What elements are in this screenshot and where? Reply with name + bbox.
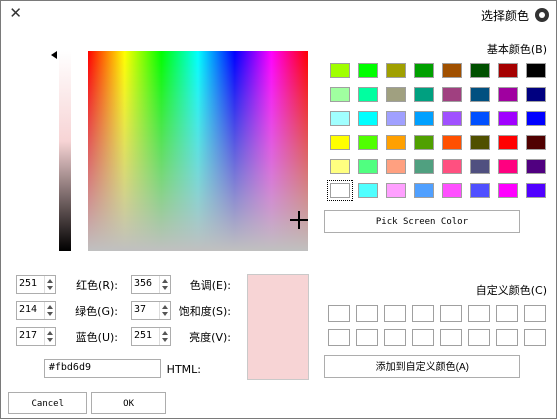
- basic-color-swatch[interactable]: [498, 111, 518, 126]
- basic-color-swatch[interactable]: [358, 63, 378, 78]
- custom-color-swatch[interactable]: [440, 305, 462, 322]
- custom-color-swatch[interactable]: [384, 305, 406, 322]
- basic-color-swatch[interactable]: [358, 111, 378, 126]
- hue-spinbox[interactable]: 356: [131, 275, 171, 294]
- basic-color-swatch[interactable]: [498, 135, 518, 150]
- basic-color-swatch[interactable]: [358, 159, 378, 174]
- custom-color-swatch[interactable]: [328, 305, 350, 322]
- basic-color-swatch[interactable]: [442, 135, 462, 150]
- luminance-arrow-icon[interactable]: [51, 51, 57, 59]
- basic-color-swatch[interactable]: [330, 87, 350, 102]
- green-spinbox[interactable]: 214: [16, 301, 56, 320]
- basic-color-swatch[interactable]: [386, 135, 406, 150]
- basic-color-swatch[interactable]: [358, 135, 378, 150]
- basic-color-swatch[interactable]: [414, 63, 434, 78]
- basic-color-swatch[interactable]: [386, 63, 406, 78]
- custom-color-swatch[interactable]: [524, 329, 546, 346]
- basic-color-swatch[interactable]: [414, 135, 434, 150]
- basic-color-swatch[interactable]: [470, 183, 490, 198]
- basic-color-swatch[interactable]: [386, 111, 406, 126]
- custom-color-swatch[interactable]: [468, 329, 490, 346]
- add-to-custom-colors-button[interactable]: 添加到自定义颜色(A): [324, 355, 520, 378]
- saturation-spinbox[interactable]: 37: [131, 301, 171, 320]
- hue-saturation-spectrum[interactable]: [88, 51, 308, 251]
- html-label: HTML:: [166, 363, 201, 376]
- basic-color-swatch[interactable]: [330, 63, 350, 78]
- basic-color-swatch[interactable]: [414, 183, 434, 198]
- basic-color-swatch[interactable]: [526, 159, 546, 174]
- basic-color-swatch[interactable]: [327, 180, 353, 201]
- basic-colors-label: 基本颜色(B): [486, 43, 547, 56]
- value-label: 亮度(V):: [189, 331, 231, 344]
- pick-screen-color-button[interactable]: Pick Screen Color: [324, 210, 520, 233]
- custom-color-swatch[interactable]: [356, 329, 378, 346]
- basic-color-swatch[interactable]: [442, 159, 462, 174]
- custom-color-swatch[interactable]: [412, 329, 434, 346]
- close-button[interactable]: ✕: [7, 4, 25, 22]
- crosshair-icon: [290, 211, 308, 229]
- basic-color-swatch[interactable]: [498, 183, 518, 198]
- basic-color-swatch[interactable]: [386, 159, 406, 174]
- custom-color-swatch[interactable]: [384, 329, 406, 346]
- basic-color-swatch[interactable]: [526, 63, 546, 78]
- red-spinbox[interactable]: 251: [16, 275, 56, 294]
- basic-color-swatch[interactable]: [470, 111, 490, 126]
- close-icon[interactable]: ✕: [10, 4, 23, 22]
- custom-color-swatch[interactable]: [328, 329, 350, 346]
- basic-color-swatch[interactable]: [470, 135, 490, 150]
- app-icon: [535, 8, 549, 22]
- blue-spinbox[interactable]: 217: [16, 327, 56, 346]
- ok-button[interactable]: OK: [91, 392, 166, 414]
- basic-color-swatch[interactable]: [414, 159, 434, 174]
- basic-color-swatch[interactable]: [330, 111, 350, 126]
- green-label: 绿色(G):: [75, 305, 118, 318]
- basic-color-swatch[interactable]: [330, 135, 350, 150]
- basic-color-swatch[interactable]: [498, 87, 518, 102]
- luminance-slider[interactable]: [59, 51, 71, 251]
- window-title: 选择颜色: [480, 9, 529, 23]
- basic-color-swatch[interactable]: [414, 87, 434, 102]
- cancel-button[interactable]: Cancel: [8, 392, 87, 414]
- custom-color-swatch[interactable]: [496, 329, 518, 346]
- custom-color-swatch[interactable]: [356, 305, 378, 322]
- custom-color-swatch[interactable]: [496, 305, 518, 322]
- red-label: 红色(R):: [76, 279, 118, 292]
- blue-label: 蓝色(U):: [75, 331, 118, 344]
- basic-color-swatch[interactable]: [442, 87, 462, 102]
- basic-color-swatch[interactable]: [386, 183, 406, 198]
- custom-color-swatch[interactable]: [468, 305, 490, 322]
- html-color-input[interactable]: #fbd6d9: [44, 359, 161, 378]
- basic-color-swatch[interactable]: [526, 183, 546, 198]
- basic-color-swatch[interactable]: [526, 135, 546, 150]
- saturation-label: 饱和度(S):: [178, 305, 231, 318]
- color-preview: [247, 274, 309, 380]
- custom-color-swatch[interactable]: [412, 305, 434, 322]
- basic-color-swatch[interactable]: [470, 87, 490, 102]
- custom-colors-label: 自定义颜色(C): [475, 284, 547, 297]
- custom-color-swatch[interactable]: [440, 329, 462, 346]
- basic-color-swatch[interactable]: [358, 87, 378, 102]
- basic-color-swatch[interactable]: [442, 111, 462, 126]
- basic-color-swatch[interactable]: [498, 159, 518, 174]
- color-dialog: 选择颜色 ✕ 基本颜色(B) Pick Screen Color 自定义颜色(C…: [0, 0, 557, 419]
- basic-color-swatch[interactable]: [498, 63, 518, 78]
- basic-color-swatch[interactable]: [414, 111, 434, 126]
- custom-color-swatch[interactable]: [524, 305, 546, 322]
- basic-color-swatch[interactable]: [442, 183, 462, 198]
- basic-color-swatch[interactable]: [358, 183, 378, 198]
- value-spinbox[interactable]: 251: [131, 327, 171, 346]
- basic-color-swatch[interactable]: [526, 111, 546, 126]
- basic-color-swatch[interactable]: [526, 87, 546, 102]
- hue-label: 色调(E):: [189, 279, 231, 292]
- basic-color-swatch[interactable]: [470, 63, 490, 78]
- basic-color-swatch[interactable]: [470, 159, 490, 174]
- basic-color-swatch[interactable]: [330, 159, 350, 174]
- basic-color-swatch[interactable]: [442, 63, 462, 78]
- basic-color-swatch[interactable]: [386, 87, 406, 102]
